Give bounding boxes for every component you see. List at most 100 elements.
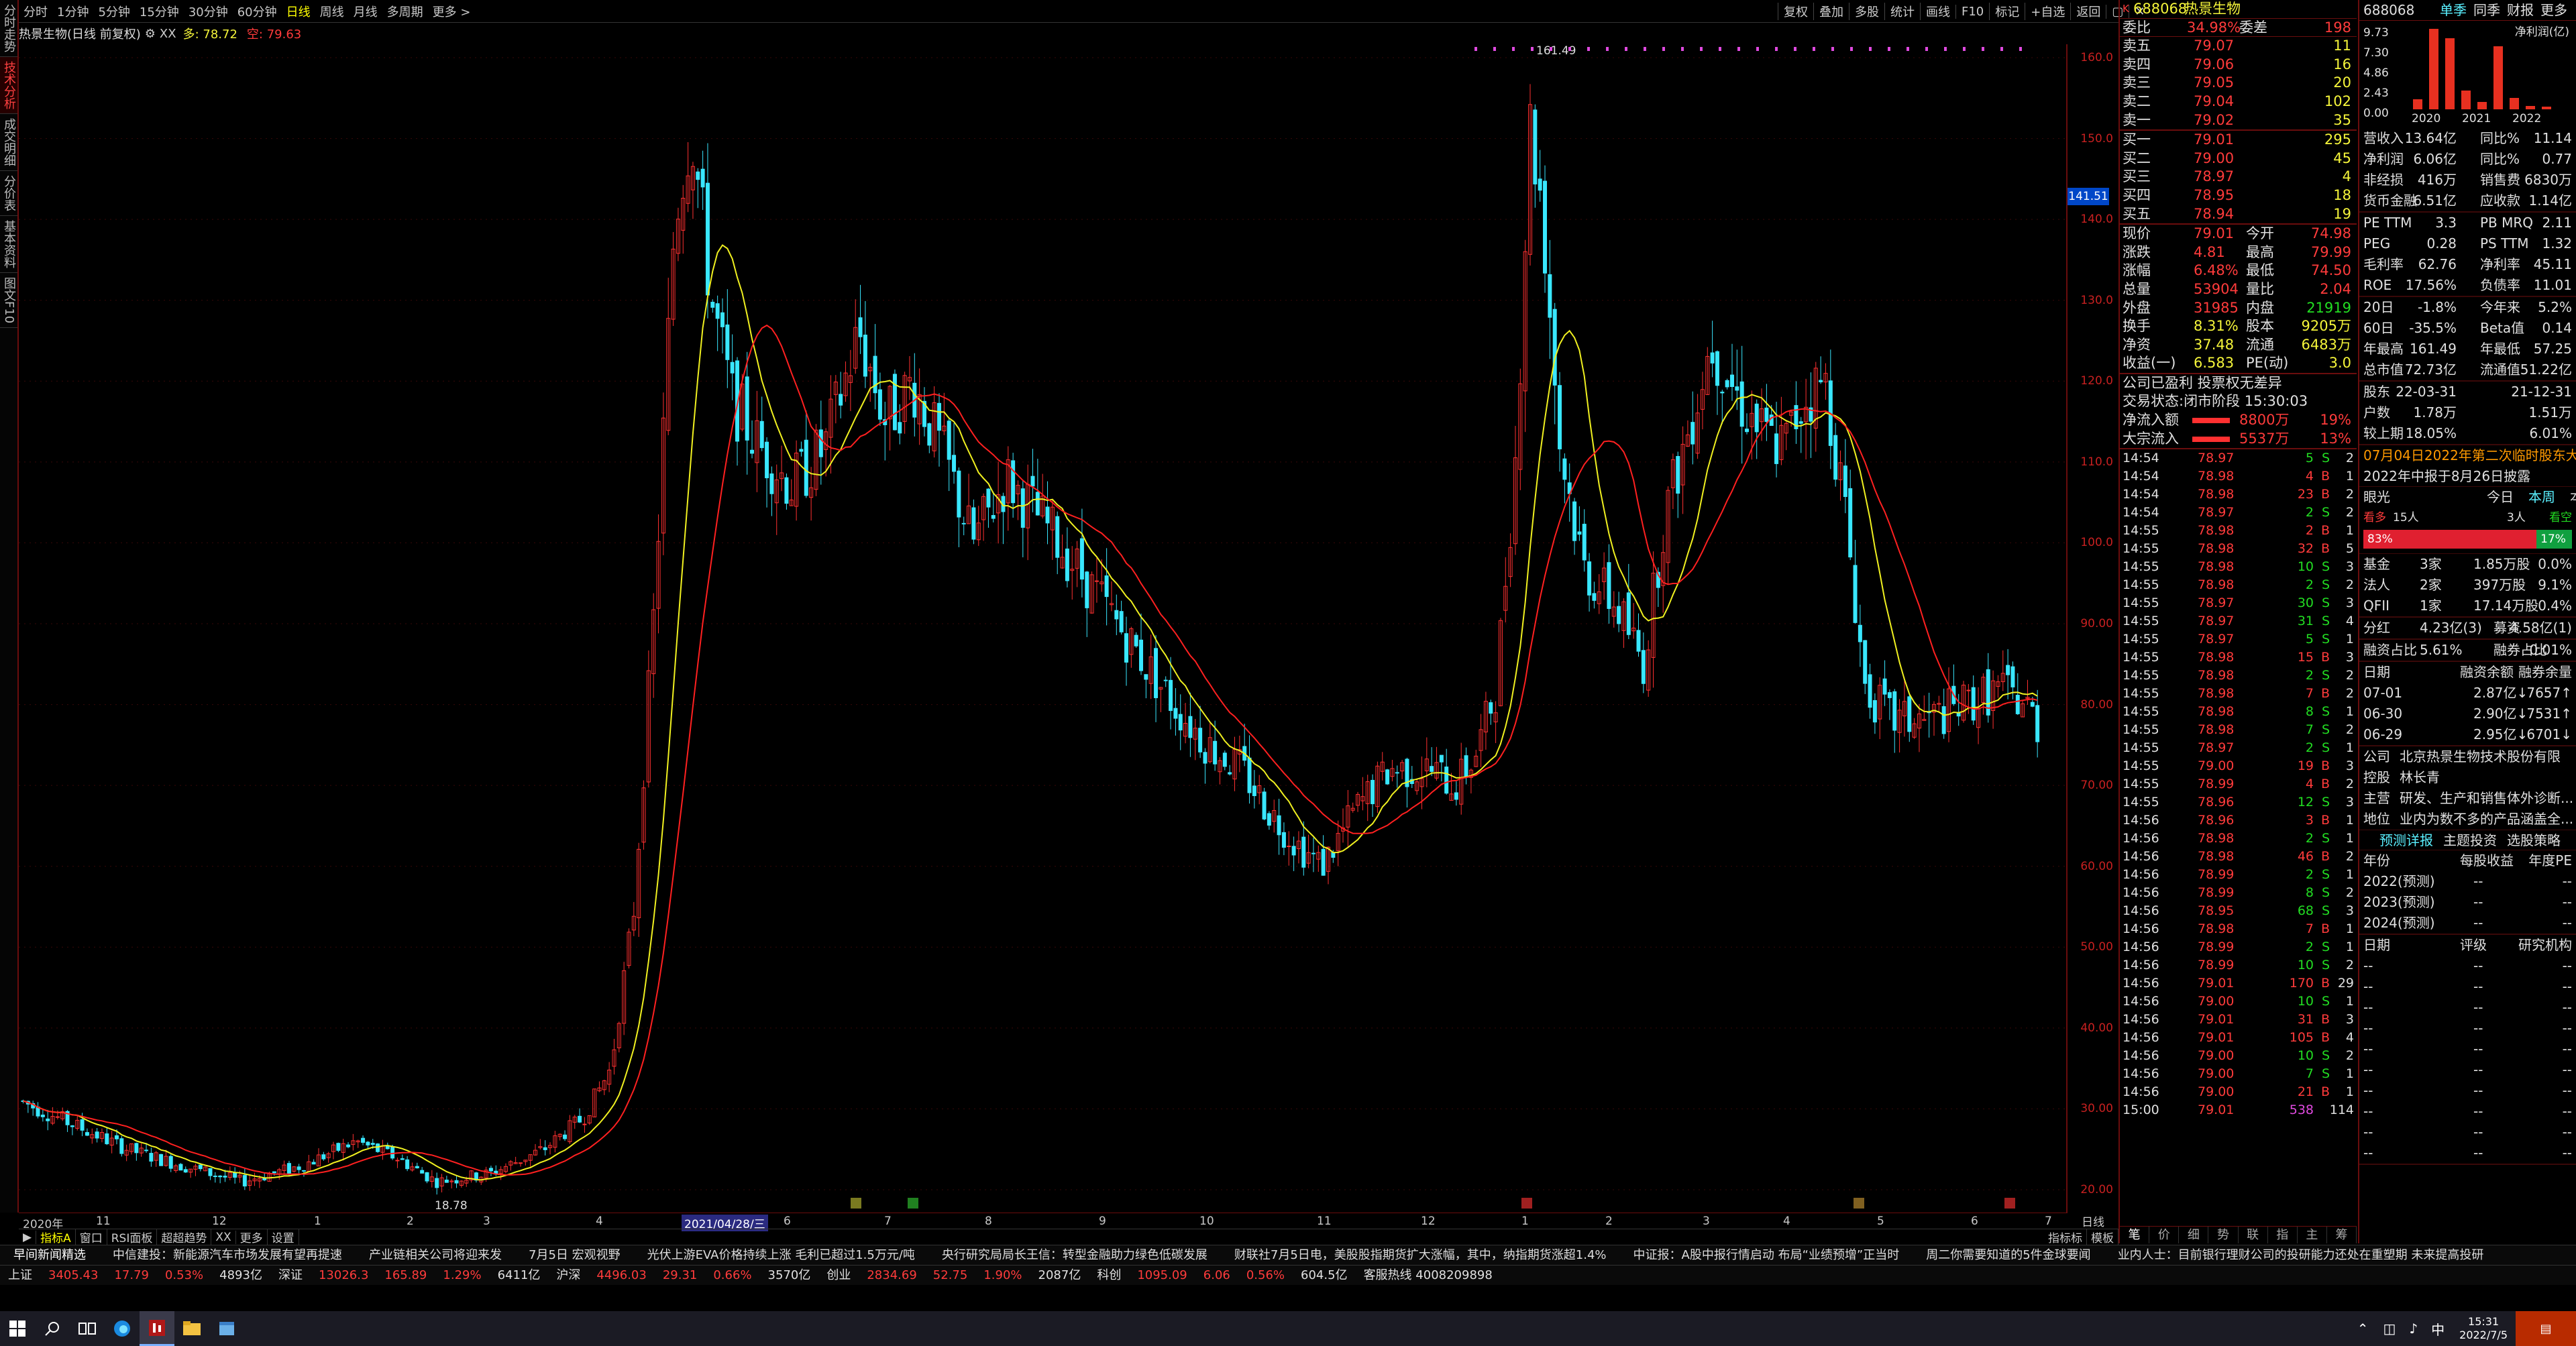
news-ticker[interactable]: 早间新闻精选 中信建投：新能源汽车市场发展有望再提速 产业链相关公司将迎来发 7月5日… bbox=[0, 1245, 2576, 1265]
toolbar-button-8[interactable]: 返回 bbox=[2070, 3, 2106, 20]
index-name[interactable]: 深证 bbox=[270, 1266, 311, 1285]
news-item[interactable]: 央行研究局局长王信：转型金融助力绿色低碳发展 bbox=[928, 1245, 1221, 1265]
index-name[interactable]: 创业 bbox=[818, 1266, 859, 1285]
edge-browser-icon[interactable] bbox=[105, 1311, 140, 1346]
period-tab-1[interactable]: 1分钟 bbox=[52, 3, 93, 20]
side-tab-3[interactable]: 分价表 bbox=[0, 171, 17, 216]
indicator-tab-6[interactable]: 设置 bbox=[268, 1229, 299, 1245]
news-item[interactable]: 7月5日 宏观视野 bbox=[515, 1245, 634, 1265]
bids-row[interactable]: 买五 78.94 19 bbox=[2120, 205, 2357, 224]
asks-row[interactable]: 卖一 79.02 35 bbox=[2120, 111, 2357, 130]
f10-link-1[interactable]: 主题投资 bbox=[2443, 830, 2497, 851]
index-name[interactable]: 沪深 bbox=[548, 1266, 588, 1285]
f10-link-2[interactable]: 选股策略 bbox=[2507, 830, 2561, 851]
panel-tab-7[interactable]: 筹 bbox=[2327, 1227, 2357, 1243]
f10-tab-2[interactable]: 财报 bbox=[2507, 0, 2534, 21]
period-switch-button[interactable]: 日线 bbox=[2069, 1213, 2117, 1229]
clock[interactable]: 15:31 2022/7/5 bbox=[2459, 1315, 2508, 1342]
news-line-2[interactable]: 2022年中报于8月26日披露 bbox=[2359, 466, 2576, 487]
f10-tab-1[interactable]: 同季 bbox=[2473, 0, 2500, 21]
file-explorer-icon[interactable] bbox=[174, 1311, 209, 1346]
toolbar-button-2[interactable]: 多股 bbox=[1849, 3, 1884, 20]
toolbar-button-6[interactable]: 标记 bbox=[1989, 3, 2025, 20]
kline-chart[interactable]: 161.49 18.78 bbox=[19, 44, 2068, 1213]
side-tab-0[interactable]: 分时走势 bbox=[0, 0, 17, 57]
app-window-icon[interactable] bbox=[209, 1311, 244, 1346]
indicator-tab-5[interactable]: 更多 bbox=[236, 1229, 268, 1245]
tick-price: 78.97 bbox=[2198, 505, 2235, 520]
windows-start-icon[interactable] bbox=[0, 1311, 35, 1346]
panel-tab-2[interactable]: 细 bbox=[2179, 1227, 2209, 1243]
indicator-tab-4[interactable]: XX bbox=[211, 1230, 236, 1244]
indicator-tab-0[interactable]: 指标A bbox=[36, 1229, 76, 1245]
bids-row[interactable]: 买二 79.00 45 bbox=[2120, 150, 2357, 168]
asks-row[interactable]: 卖四 79.06 16 bbox=[2120, 56, 2357, 74]
side-tab-5[interactable]: 图文F10 bbox=[0, 273, 17, 329]
panel-tab-5[interactable]: 指 bbox=[2268, 1227, 2298, 1243]
toolbar-button-7[interactable]: +自选 bbox=[2025, 3, 2070, 20]
panel-tab-1[interactable]: 价 bbox=[2149, 1227, 2180, 1243]
period-tab-9[interactable]: 多周期 bbox=[382, 3, 428, 20]
indicator-tab-1[interactable]: 窗口 bbox=[76, 1229, 107, 1245]
news-item[interactable]: 光伏上游EVA价格持续上涨 毛利已超过1.5万元/吨 bbox=[634, 1245, 928, 1265]
view-tab-2[interactable]: 本年 bbox=[2570, 487, 2576, 508]
settings-gear-icon[interactable]: ⚙ bbox=[145, 27, 156, 41]
asks-row[interactable]: 卖二 79.04 102 bbox=[2120, 93, 2357, 111]
index-name[interactable]: 科创 bbox=[1089, 1266, 1129, 1285]
bids-row[interactable]: 买四 78.95 18 bbox=[2120, 186, 2357, 205]
expand-icon[interactable]: ▶ bbox=[19, 1230, 37, 1244]
period-tab-3[interactable]: 15分钟 bbox=[135, 3, 184, 20]
f10-link-0[interactable]: 预测详报 bbox=[2379, 830, 2433, 851]
panel-tab-0[interactable]: 笔 bbox=[2120, 1227, 2150, 1243]
period-tab-4[interactable]: 30分钟 bbox=[184, 3, 233, 20]
news-item[interactable]: 中证报：A股中报行情启动 布局“业绩预增”正当时 bbox=[1620, 1245, 1913, 1265]
indicator-tab-2[interactable]: RSI面板 bbox=[107, 1229, 158, 1245]
volume-icon[interactable]: ♪ bbox=[2409, 1321, 2418, 1337]
tick-list[interactable]: 14:54 78.97 5 S 2 14:54 78.98 4 B 1 14:54 78.98 23 B 2… bbox=[2120, 449, 2357, 1119]
bottom-right-tab-0[interactable]: 指标标 bbox=[2044, 1229, 2087, 1245]
period-tab-2[interactable]: 5分钟 bbox=[93, 3, 134, 20]
side-tab-4[interactable]: 基本资料 bbox=[0, 216, 17, 273]
toolbar-button-1[interactable]: 叠加 bbox=[1813, 3, 1849, 20]
view-tab-0[interactable]: 今日 bbox=[2487, 487, 2514, 508]
period-tab-10[interactable]: 更多 > bbox=[428, 3, 476, 20]
indicator-tab-3[interactable]: 超超趋势 bbox=[157, 1229, 212, 1245]
toolbar-button-5[interactable]: F10 bbox=[1955, 4, 1989, 19]
period-tab-6[interactable]: 日线 bbox=[282, 3, 315, 20]
trading-app-taskbar-icon[interactable] bbox=[140, 1311, 174, 1346]
panel-tab-4[interactable]: 联 bbox=[2239, 1227, 2268, 1243]
side-tab-1[interactable]: 技术分析 bbox=[0, 57, 17, 114]
toolbar-button-4[interactable]: 画线 bbox=[1920, 3, 1955, 20]
index-name[interactable]: 上证 bbox=[0, 1266, 40, 1285]
notification-icon[interactable]: ▤ bbox=[2516, 1311, 2576, 1346]
system-tray-expand-icon[interactable]: ⌃ bbox=[2357, 1321, 2369, 1337]
toolbar-button-3[interactable]: 统计 bbox=[1884, 3, 1920, 20]
news-item[interactable]: 财联社7月5日电，美股股指期货扩大涨幅，其中，纳指期货涨超1.4% bbox=[1221, 1245, 1620, 1265]
news-item[interactable]: 中信建投：新能源汽车市场发展有望再提速 bbox=[99, 1245, 356, 1265]
bottom-right-tab-1[interactable]: 模板 bbox=[2087, 1229, 2118, 1245]
period-tab-8[interactable]: 月线 bbox=[349, 3, 382, 20]
news-line-1[interactable]: 07月04日2022年第二次临时股东大会 bbox=[2359, 445, 2576, 466]
period-tab-7[interactable]: 周线 bbox=[315, 3, 349, 20]
news-item[interactable]: 周二你需要知道的5件金球要闻 bbox=[1913, 1245, 2104, 1265]
panel-tab-3[interactable]: 势 bbox=[2208, 1227, 2239, 1243]
side-tab-2[interactable]: 成交明细 bbox=[0, 114, 17, 171]
news-item[interactable]: 早间新闻精选 bbox=[0, 1245, 99, 1265]
toolbar-button-0[interactable]: 复权 bbox=[1778, 3, 1813, 20]
f10-tab-0[interactable]: 单季 bbox=[2440, 0, 2467, 21]
network-icon[interactable]: ◫ bbox=[2383, 1321, 2396, 1337]
panel-tab-6[interactable]: 主 bbox=[2298, 1227, 2327, 1243]
asks-row[interactable]: 卖三 79.05 20 bbox=[2120, 74, 2357, 93]
period-tab-5[interactable]: 60分钟 bbox=[233, 3, 282, 20]
bids-row[interactable]: 买三 78.97 4 bbox=[2120, 168, 2357, 186]
asks-row[interactable]: 卖五 79.07 11 bbox=[2120, 37, 2357, 56]
bids-row[interactable]: 买一 79.01 295 bbox=[2120, 131, 2357, 150]
news-item[interactable]: 产业链相关公司将迎来发 bbox=[356, 1245, 515, 1265]
task-view-icon[interactable] bbox=[70, 1311, 105, 1346]
view-tab-1[interactable]: 本周 bbox=[2528, 487, 2555, 508]
search-icon[interactable] bbox=[35, 1311, 70, 1346]
news-item[interactable]: 业内人士：目前银行理财公司的投研能力还处在重塑期 未来提高投研 bbox=[2104, 1245, 2498, 1265]
ime-indicator[interactable]: 中 bbox=[2431, 1319, 2445, 1339]
f10-tab-3[interactable]: 更多 bbox=[2540, 0, 2567, 21]
period-tab-0[interactable]: 分时 bbox=[19, 3, 52, 20]
